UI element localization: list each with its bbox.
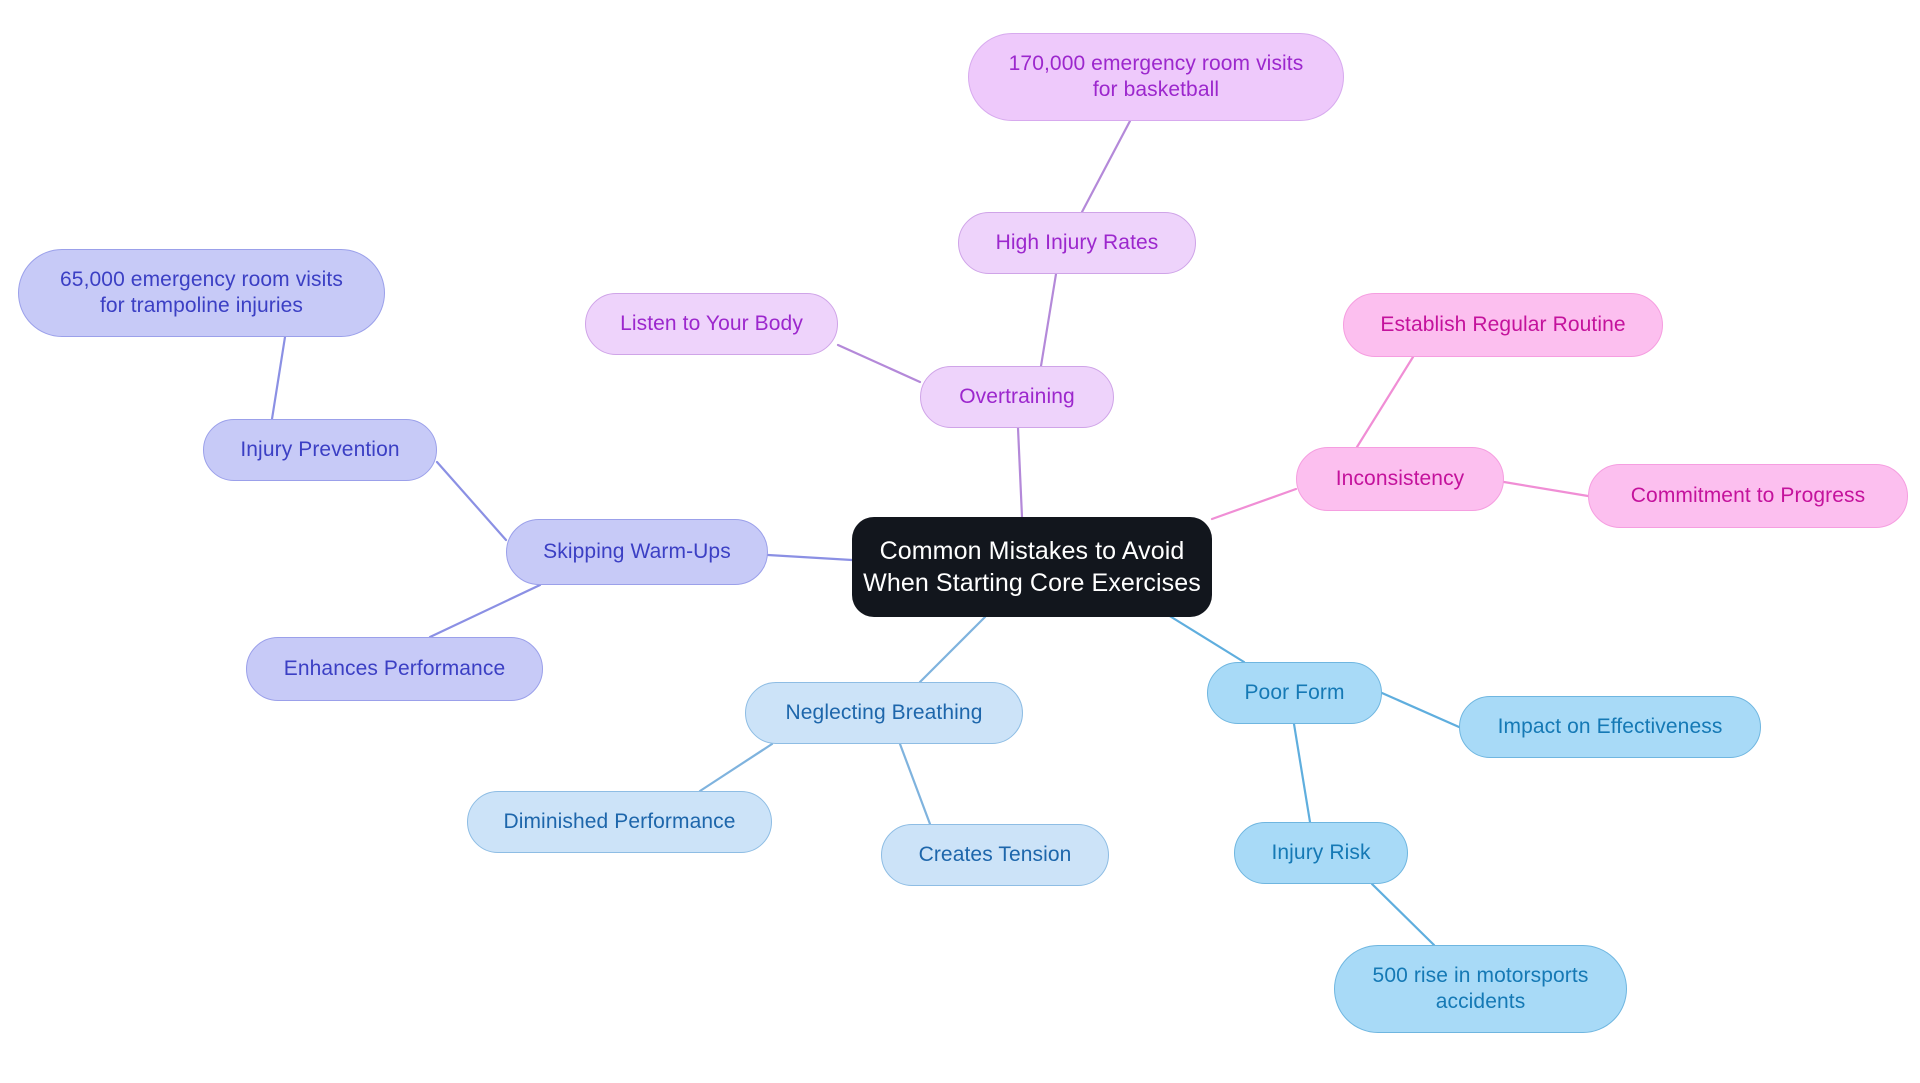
mindmap-edge <box>1016 426 1024 519</box>
node-label: Inconsistency <box>1335 466 1465 490</box>
mindmap-edge <box>270 335 287 421</box>
mindmap-node-skipping-warm-ups[interactable]: Skipping Warm-Ups <box>506 519 768 585</box>
mindmap-edge <box>898 742 932 826</box>
mindmap-node-neglecting-breathing[interactable]: Neglecting Breathing <box>745 682 1023 744</box>
node-label: Neglecting Breathing <box>785 700 983 724</box>
mindmap-edge <box>836 343 922 384</box>
mindmap-node-overtraining[interactable]: Overtraining <box>920 366 1114 428</box>
mindmap-edge <box>1158 608 1246 664</box>
mindmap-edge <box>1502 480 1590 498</box>
mindmap-node-inconsistency[interactable]: Inconsistency <box>1296 447 1504 511</box>
mindmap-node-establish-regular-routine[interactable]: Establish Regular Routine <box>1343 293 1663 357</box>
mindmap-edge <box>1370 882 1436 947</box>
node-label: Impact on Effectiveness <box>1497 714 1723 738</box>
node-label: Common Mistakes to Avoid When Starting C… <box>863 536 1201 598</box>
node-label: Establish Regular Routine <box>1380 312 1626 336</box>
mindmap-edge <box>766 553 854 562</box>
mindmap-root-node[interactable]: Common Mistakes to Avoid When Starting C… <box>852 517 1212 617</box>
node-label: Enhances Performance <box>283 656 506 680</box>
node-label: Skipping Warm-Ups <box>543 539 731 563</box>
mindmap-node-poor-form[interactable]: Poor Form <box>1207 662 1382 724</box>
node-label: 170,000 emergency room visits for basket… <box>1008 51 1304 101</box>
mindmap-edge <box>428 583 542 639</box>
mindmap-edge <box>435 460 508 542</box>
node-label: Poor Form <box>1244 680 1345 704</box>
mindmap-node-trampoline-er-visits[interactable]: 65,000 emergency room visits for trampol… <box>18 249 385 337</box>
mindmap-node-injury-risk[interactable]: Injury Risk <box>1234 822 1408 884</box>
mindmap-edge <box>1080 119 1132 214</box>
node-label: Creates Tension <box>918 842 1072 866</box>
mindmap-edge <box>1355 355 1415 449</box>
mindmap-node-basketball-er-visits[interactable]: 170,000 emergency room visits for basket… <box>968 33 1344 121</box>
node-label: 500 rise in motorsports accidents <box>1372 963 1589 1013</box>
node-label: Commitment to Progress <box>1630 483 1866 507</box>
mindmap-canvas: Common Mistakes to Avoid When Starting C… <box>0 0 1920 1083</box>
mindmap-node-injury-prevention[interactable]: Injury Prevention <box>203 419 437 481</box>
node-label: Injury Prevention <box>240 437 400 461</box>
mindmap-node-listen-to-your-body[interactable]: Listen to Your Body <box>585 293 838 355</box>
node-label: Overtraining <box>959 384 1075 408</box>
mindmap-edge <box>1380 691 1461 729</box>
mindmap-node-creates-tension[interactable]: Creates Tension <box>881 824 1109 886</box>
mindmap-node-high-injury-rates[interactable]: High Injury Rates <box>958 212 1196 274</box>
node-label: High Injury Rates <box>995 230 1159 254</box>
mindmap-edge <box>698 742 774 793</box>
mindmap-edge <box>1292 722 1312 824</box>
mindmap-edge <box>918 615 987 684</box>
mindmap-node-motorsports-accidents[interactable]: 500 rise in motorsports accidents <box>1334 945 1627 1033</box>
mindmap-node-diminished-performance[interactable]: Diminished Performance <box>467 791 772 853</box>
node-label: Injury Risk <box>1271 840 1371 864</box>
mindmap-node-commitment-to-progress[interactable]: Commitment to Progress <box>1588 464 1908 528</box>
mindmap-node-impact-on-effectiveness[interactable]: Impact on Effectiveness <box>1459 696 1761 758</box>
mindmap-edge <box>1039 272 1058 368</box>
mindmap-edge <box>1210 487 1298 521</box>
node-label: 65,000 emergency room visits for trampol… <box>60 267 343 317</box>
node-label: Diminished Performance <box>503 809 736 833</box>
node-label: Listen to Your Body <box>620 311 803 335</box>
mindmap-node-enhances-performance[interactable]: Enhances Performance <box>246 637 543 701</box>
